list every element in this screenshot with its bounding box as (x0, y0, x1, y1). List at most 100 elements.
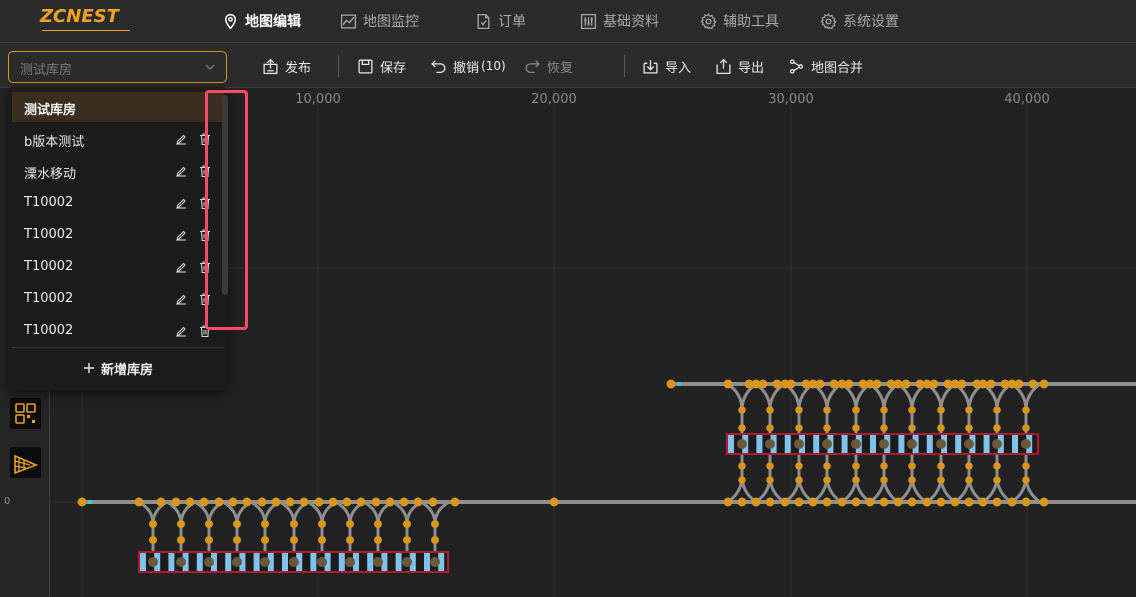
track-node (1021, 497, 1031, 507)
warehouse-menu-item[interactable]: T10002 (12, 252, 224, 282)
nav-map-edit[interactable]: 地图编辑 (222, 0, 301, 42)
track-node (780, 497, 790, 507)
track-node (766, 476, 774, 484)
save-icon (358, 58, 373, 74)
warehouse-menu-item[interactable]: T10002 (12, 220, 224, 250)
track-node (314, 497, 324, 507)
edit-icon[interactable] (174, 228, 188, 242)
rack-slot (196, 553, 203, 571)
ruler-y-zero: 0 (4, 496, 11, 507)
track-node (156, 497, 166, 507)
nav-label: 订单 (498, 14, 526, 30)
publish-button[interactable]: 发布 (262, 43, 311, 89)
chevron-down-icon (205, 64, 215, 70)
qr-code-tool-button[interactable] (10, 398, 41, 429)
warehouse-menu-item[interactable]: T10002 (12, 316, 224, 346)
track-node (428, 497, 438, 507)
export-icon (716, 58, 731, 74)
track-node (872, 379, 882, 389)
track-node (772, 379, 782, 389)
rack-position (879, 439, 889, 449)
plus-icon (83, 363, 94, 373)
edit-toolbar: 测试库房 发布 保存 撤销 (10) 恢复 导入 导出 地图合并 (0, 42, 1136, 88)
ruler-x-label: 10,000 (295, 92, 341, 107)
rack-slot (367, 553, 374, 571)
track-node (1022, 406, 1030, 414)
nav-basic-data[interactable]: 基础资料 (580, 0, 659, 42)
edit-icon[interactable] (174, 292, 188, 306)
rack-position (176, 557, 186, 567)
edit-icon[interactable] (174, 164, 188, 178)
nav-label: 地图编辑 (245, 14, 301, 30)
track-node (908, 406, 916, 414)
warehouse-select[interactable]: 测试库房 (8, 51, 227, 83)
zcnest-logo[interactable]: ZCNEST (40, 6, 132, 34)
track-node (795, 406, 803, 414)
nav-label: 基础资料 (603, 14, 659, 30)
track-node (937, 406, 945, 414)
nav-map-monitor[interactable]: 地图监控 (340, 0, 419, 42)
track-node (205, 520, 213, 528)
map-nodes (77, 379, 1049, 544)
save-button[interactable]: 保存 (357, 43, 406, 89)
rack-position (992, 439, 1002, 449)
track-node (1039, 497, 1049, 507)
add-warehouse-button[interactable]: 新增库房 (8, 357, 228, 379)
track-node (786, 379, 796, 389)
warehouse-menu-item-label: T10002 (24, 259, 74, 274)
track-node (177, 520, 185, 528)
track-node (766, 424, 774, 432)
rack-slot (310, 553, 317, 571)
import-button[interactable]: 导入 (642, 43, 691, 89)
edit-icon[interactable] (174, 196, 188, 210)
rack-slot (253, 553, 260, 571)
nav-label: 系统设置 (843, 14, 899, 30)
warehouse-menu-item[interactable]: T10002 (12, 284, 224, 314)
track-node (993, 406, 1001, 414)
sliders-icon (580, 13, 597, 29)
track-node (205, 536, 213, 544)
ruler-x-label: 40,000 (1004, 92, 1050, 107)
edit-icon[interactable] (174, 324, 188, 338)
undo-button[interactable]: 撤销 (10) (430, 43, 506, 89)
warehouse-dropdown: 测试库房 b版本测试 溧水移动 T10002 T10002 T10002 T10002 T10… (8, 87, 228, 390)
rack-position (765, 439, 775, 449)
track-node (815, 379, 825, 389)
nav-tools[interactable]: 辅助工具 (700, 0, 779, 42)
redo-button[interactable]: 恢复 (524, 43, 573, 89)
track-node (852, 462, 860, 470)
track-node (972, 379, 982, 389)
track-node (795, 476, 803, 484)
track-node (374, 536, 382, 544)
rack-slot (338, 553, 345, 571)
warehouse-menu-item[interactable]: 测试库房 (12, 92, 224, 122)
track-start-marker (88, 500, 92, 504)
rack-slot (225, 553, 232, 571)
track-node (908, 424, 916, 432)
warehouse-menu-item[interactable]: b版本测试 (12, 124, 224, 154)
area-tool-button[interactable] (10, 447, 41, 478)
track-node (795, 424, 803, 432)
publish-icon (263, 58, 278, 74)
edit-icon[interactable] (174, 132, 188, 146)
track-node (766, 406, 774, 414)
rack-slot (1012, 435, 1018, 453)
track-node (823, 424, 831, 432)
track-node (957, 379, 967, 389)
edit-icon[interactable] (174, 260, 188, 274)
warehouse-menu-item-label: T10002 (24, 291, 74, 306)
track-node (965, 406, 973, 414)
map-pin-icon (224, 13, 237, 30)
rack-position (232, 557, 242, 567)
nav-settings[interactable]: 系统设置 (820, 0, 899, 42)
warehouse-menu-item[interactable]: T10002 (12, 188, 224, 218)
merge-map-button[interactable]: 地图合并 (788, 43, 863, 89)
track-node (549, 497, 559, 507)
warehouse-menu-item[interactable]: 溧水移动 (12, 156, 224, 186)
track-node (937, 476, 945, 484)
export-button[interactable]: 导出 (715, 43, 764, 89)
nav-orders[interactable]: 订单 (475, 0, 526, 42)
track-node (823, 406, 831, 414)
track-node (993, 424, 1001, 432)
track-node (908, 476, 916, 484)
